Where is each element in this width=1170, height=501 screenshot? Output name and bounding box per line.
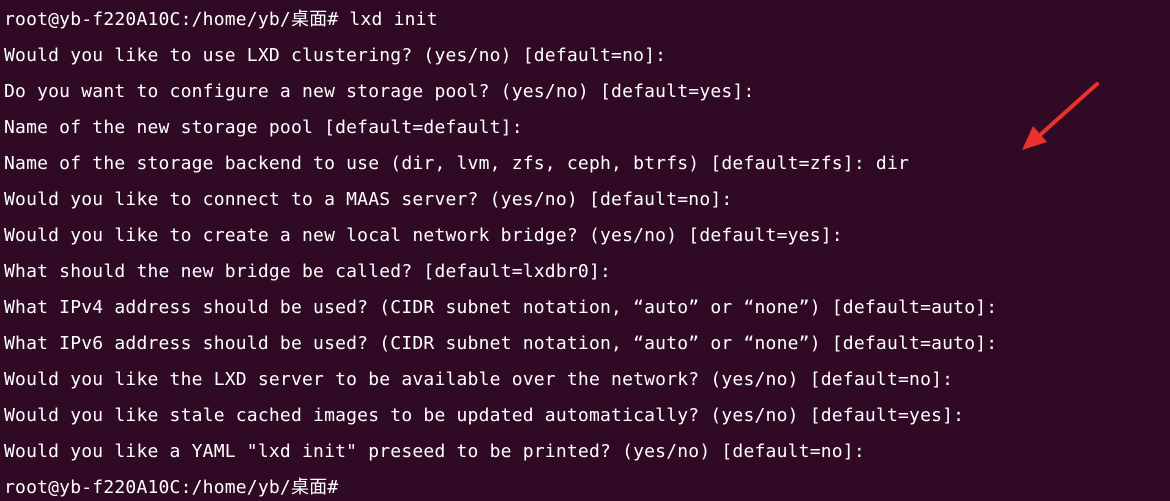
terminal-line-clustering: Would you like to use LXD clustering? (y… — [4, 45, 667, 66]
terminal-line-command: root@yb-f220A10C:/home/yb/桌面# lxd init — [4, 9, 438, 30]
terminal-prompt[interactable]: root@yb-f220A10C:/home/yb/桌面# — [4, 470, 1170, 501]
terminal-window[interactable]: root@yb-f220A10C:/home/yb/桌面# lxd init W… — [0, 0, 1170, 501]
terminal-line-pool-name: Name of the new storage pool [default=de… — [4, 117, 523, 138]
terminal-line-maas: Would you like to connect to a MAAS serv… — [4, 189, 733, 210]
terminal-line-bridge-name: What should the new bridge be called? [d… — [4, 261, 612, 282]
terminal-line-storage-backend: Name of the storage backend to use (dir,… — [4, 153, 910, 174]
terminal-line-ipv6: What IPv6 address should be used? (CIDR … — [4, 333, 998, 354]
terminal-line-network-bridge: Would you like to create a new local net… — [4, 225, 843, 246]
terminal-line-network-available: Would you like the LXD server to be avai… — [4, 369, 954, 390]
terminal-line-storage-pool: Do you want to configure a new storage p… — [4, 81, 755, 102]
terminal-line-stale-images: Would you like stale cached images to be… — [4, 405, 965, 426]
terminal-line-ipv4: What IPv4 address should be used? (CIDR … — [4, 297, 998, 318]
terminal-line-preseed: Would you like a YAML "lxd init" preseed… — [4, 441, 865, 462]
